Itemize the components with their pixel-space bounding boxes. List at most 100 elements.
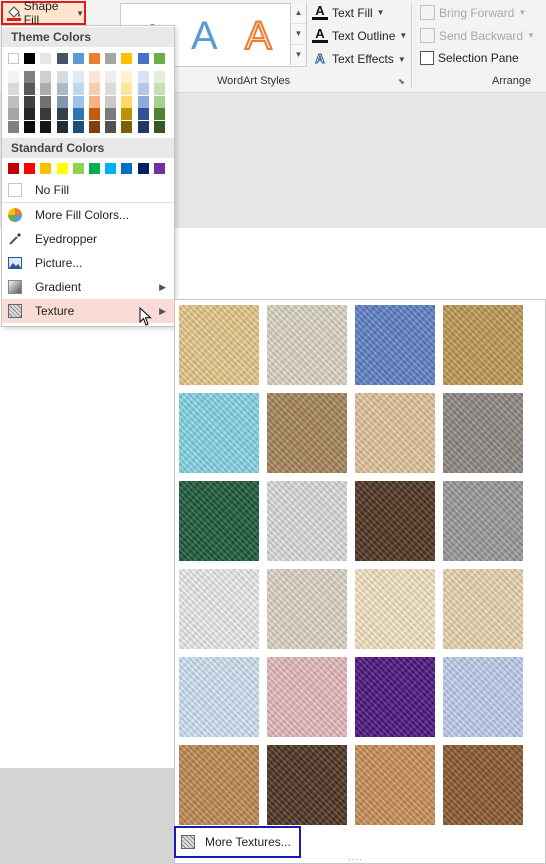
wordart-style-blue[interactable]: A [191, 14, 218, 59]
theme-shade-swatch[interactable] [24, 95, 36, 108]
gallery-more-icon[interactable]: ▼ [291, 45, 306, 65]
theme-shade-swatch[interactable] [153, 71, 165, 83]
theme-shade-swatch[interactable] [137, 108, 149, 121]
texture-denim[interactable] [355, 305, 435, 385]
theme-shade-swatch[interactable] [153, 83, 165, 96]
theme-color-swatch[interactable] [105, 53, 117, 64]
gradient-item[interactable]: Gradient ▶ [2, 275, 174, 299]
theme-shade-swatch[interactable] [153, 120, 165, 133]
theme-shade-swatch[interactable] [8, 71, 19, 83]
theme-shade-swatch[interactable] [121, 71, 133, 83]
theme-shade-swatch[interactable] [105, 95, 117, 108]
theme-shade-swatch[interactable] [121, 108, 133, 121]
theme-shade-swatch[interactable] [121, 83, 133, 96]
theme-color-swatch[interactable] [8, 53, 19, 64]
texture-woven-mat[interactable] [443, 305, 523, 385]
texture-pink-tissue-paper[interactable] [267, 657, 347, 737]
theme-shade-swatch[interactable] [137, 71, 149, 83]
theme-shade-swatch[interactable] [137, 95, 149, 108]
standard-color-swatch[interactable] [40, 163, 52, 174]
eyedropper-item[interactable]: Eyedropper [2, 227, 174, 251]
scroll-down-icon[interactable]: ▼ [291, 24, 306, 45]
standard-color-swatch[interactable] [121, 163, 133, 174]
standard-color-swatch[interactable] [89, 163, 100, 174]
more-fill-colors-item[interactable]: More Fill Colors... [2, 203, 174, 227]
theme-shade-swatch[interactable] [105, 108, 117, 121]
texture-fish-fossil[interactable] [355, 393, 435, 473]
more-textures-item[interactable]: More Textures... [174, 826, 301, 858]
wordart-gallery-scroll[interactable]: ▲ ▼ ▼ [290, 3, 306, 65]
theme-shade-swatch[interactable] [89, 120, 100, 133]
theme-shade-swatch[interactable] [56, 120, 68, 133]
texture-bouquet[interactable] [443, 657, 523, 737]
texture-sand[interactable] [443, 393, 523, 473]
send-backward-button[interactable]: Send Backward ▼ [420, 28, 535, 43]
theme-color-swatch[interactable] [137, 53, 149, 64]
theme-shade-swatch[interactable] [40, 83, 52, 96]
theme-color-swatch[interactable] [153, 53, 165, 64]
texture-green-marble[interactable] [179, 481, 259, 561]
theme-shade-swatch[interactable] [40, 120, 52, 133]
standard-color-swatch[interactable] [72, 163, 84, 174]
theme-shade-swatch[interactable] [24, 71, 36, 83]
theme-color-swatch[interactable] [89, 53, 100, 64]
theme-shade-swatch[interactable] [153, 95, 165, 108]
theme-color-swatch[interactable] [121, 53, 133, 64]
theme-shade-swatch[interactable] [40, 71, 52, 83]
resize-grip[interactable]: .... [348, 852, 363, 863]
bring-forward-button[interactable]: Bring Forward ▼ [420, 5, 526, 20]
texture-papyrus[interactable] [179, 305, 259, 385]
texture-parchment[interactable] [355, 569, 435, 649]
selection-pane-button[interactable]: Selection Pane [420, 51, 519, 65]
theme-shade-swatch[interactable] [121, 120, 133, 133]
texture-recycled-paper[interactable] [267, 569, 347, 649]
theme-color-swatch[interactable] [24, 53, 36, 64]
theme-shade-swatch[interactable] [56, 95, 68, 108]
text-fill-button[interactable]: A Text Fill ▼ [312, 4, 385, 20]
theme-shade-swatch[interactable] [89, 95, 100, 108]
dialog-launcher-icon[interactable]: ⬊ [398, 77, 405, 86]
texture-water-droplets[interactable] [179, 393, 259, 473]
theme-shade-swatch[interactable] [105, 83, 117, 96]
texture-walnut[interactable] [267, 745, 347, 825]
theme-shade-swatch[interactable] [40, 95, 52, 108]
theme-shade-swatch[interactable] [89, 108, 100, 121]
theme-shade-swatch[interactable] [137, 120, 149, 133]
scroll-up-icon[interactable]: ▲ [291, 3, 306, 24]
text-effects-button[interactable]: A Text Effects ▼ [312, 51, 406, 67]
theme-shade-swatch[interactable] [72, 95, 84, 108]
texture-purple-mesh[interactable] [355, 657, 435, 737]
standard-color-swatch[interactable] [56, 163, 68, 174]
texture-medium-wood[interactable] [443, 745, 523, 825]
texture-granite[interactable] [443, 481, 523, 561]
theme-shade-swatch[interactable] [89, 71, 100, 83]
shape-fill-button[interactable]: Shape Fill ▼ [1, 0, 86, 27]
text-outline-button[interactable]: A Text Outline ▼ [312, 27, 407, 43]
theme-shade-swatch[interactable] [40, 108, 52, 121]
theme-shade-swatch[interactable] [24, 108, 36, 121]
texture-brown-marble[interactable] [355, 481, 435, 561]
theme-shade-swatch[interactable] [121, 95, 133, 108]
theme-shade-swatch[interactable] [153, 108, 165, 121]
theme-shade-swatch[interactable] [137, 83, 149, 96]
texture-newsprint[interactable] [179, 569, 259, 649]
standard-color-swatch[interactable] [153, 163, 165, 174]
texture-white-marble[interactable] [267, 481, 347, 561]
theme-shade-swatch[interactable] [56, 83, 68, 96]
standard-color-swatch[interactable] [137, 163, 149, 174]
theme-shade-swatch[interactable] [56, 71, 68, 83]
theme-color-swatch[interactable] [40, 53, 52, 64]
texture-oak[interactable] [355, 745, 435, 825]
theme-shade-swatch[interactable] [72, 71, 84, 83]
texture-paper-bag[interactable] [267, 393, 347, 473]
standard-color-swatch[interactable] [24, 163, 36, 174]
theme-shade-swatch[interactable] [72, 108, 84, 121]
theme-color-swatch[interactable] [56, 53, 68, 64]
wordart-style-orange[interactable]: A [244, 13, 273, 59]
theme-shade-swatch[interactable] [8, 120, 19, 133]
theme-shade-swatch[interactable] [24, 120, 36, 133]
theme-shade-swatch[interactable] [105, 71, 117, 83]
texture-cork[interactable] [179, 745, 259, 825]
texture-canvas[interactable] [267, 305, 347, 385]
theme-shade-swatch[interactable] [8, 108, 19, 121]
